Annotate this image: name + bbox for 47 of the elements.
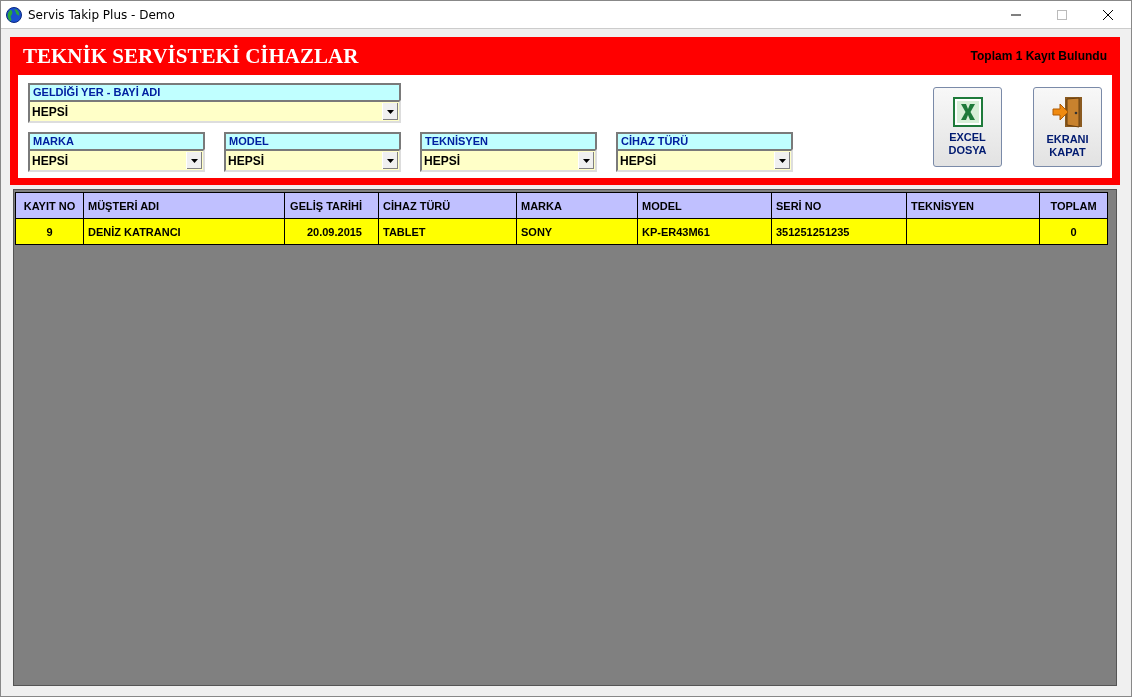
- field-label: CİHAZ TÜRÜ: [616, 132, 793, 149]
- dropdown-field[interactable]: HEPSİ: [616, 149, 793, 172]
- excel-export-button[interactable]: EXCEL DOSYA: [933, 87, 1002, 167]
- maximize-icon: [1057, 9, 1067, 20]
- caret-icon: [387, 109, 394, 114]
- dropdown-button[interactable]: [382, 152, 398, 169]
- table-cell: SONY: [517, 219, 637, 244]
- dropdown-button[interactable]: [186, 152, 202, 169]
- table-cell: 20.09.2015: [285, 219, 378, 244]
- dropdown-field[interactable]: HEPSİ: [224, 149, 401, 172]
- close-screen-button[interactable]: EKRANI KAPAT: [1033, 87, 1102, 167]
- field-label: MODEL: [224, 132, 401, 149]
- close-icon: [1103, 9, 1113, 20]
- field-label: MARKA: [28, 132, 205, 149]
- column-header[interactable]: SERİ NO: [772, 193, 906, 218]
- table-cell: TABLET: [379, 219, 516, 244]
- dropdown-button[interactable]: [774, 152, 790, 169]
- column-header[interactable]: MÜŞTERİ ADI: [84, 193, 284, 218]
- dropdown-field[interactable]: HEPSİ: [28, 149, 205, 172]
- column-header[interactable]: TOPLAM: [1040, 193, 1107, 218]
- field-label: TEKNİSYEN: [420, 132, 597, 149]
- caret-icon: [191, 158, 198, 163]
- door-exit-icon: [1050, 95, 1085, 129]
- dropdown-field[interactable]: HEPSİ: [420, 149, 597, 172]
- caret-icon: [387, 158, 394, 163]
- globe-icon: [6, 6, 22, 23]
- table-cell: 9: [16, 219, 83, 244]
- dropdown-button[interactable]: [578, 152, 594, 169]
- column-header[interactable]: CİHAZ TÜRÜ: [379, 193, 516, 218]
- column-header[interactable]: MODEL: [638, 193, 771, 218]
- window-title: Servis Takip Plus - Demo: [28, 7, 176, 22]
- dropdown-button[interactable]: [382, 103, 398, 120]
- table-cell: DENİZ KATRANCI: [84, 219, 284, 244]
- field-label: GELDİĞİ YER - BAYİ ADI: [28, 83, 401, 100]
- column-header[interactable]: TEKNİSYEN: [907, 193, 1039, 218]
- column-header[interactable]: GELİŞ TARİHİ: [285, 193, 378, 218]
- column-header[interactable]: MARKA: [517, 193, 637, 218]
- table-cell: 0: [1040, 219, 1107, 244]
- screen-title: TEKNİK SERVİSTEKİ CİHAZLAR: [22, 43, 359, 69]
- caret-icon: [779, 158, 786, 163]
- spreadsheet-icon: [952, 97, 983, 127]
- dropdown-field[interactable]: HEPSİ: [28, 100, 401, 123]
- column-header[interactable]: KAYIT NO: [16, 193, 83, 218]
- record-count: Toplam 1 Kayıt Bulundu: [970, 49, 1108, 63]
- caret-icon: [583, 158, 590, 163]
- table-cell: 351251251235: [772, 219, 906, 244]
- table-cell: KP-ER43M61: [638, 219, 771, 244]
